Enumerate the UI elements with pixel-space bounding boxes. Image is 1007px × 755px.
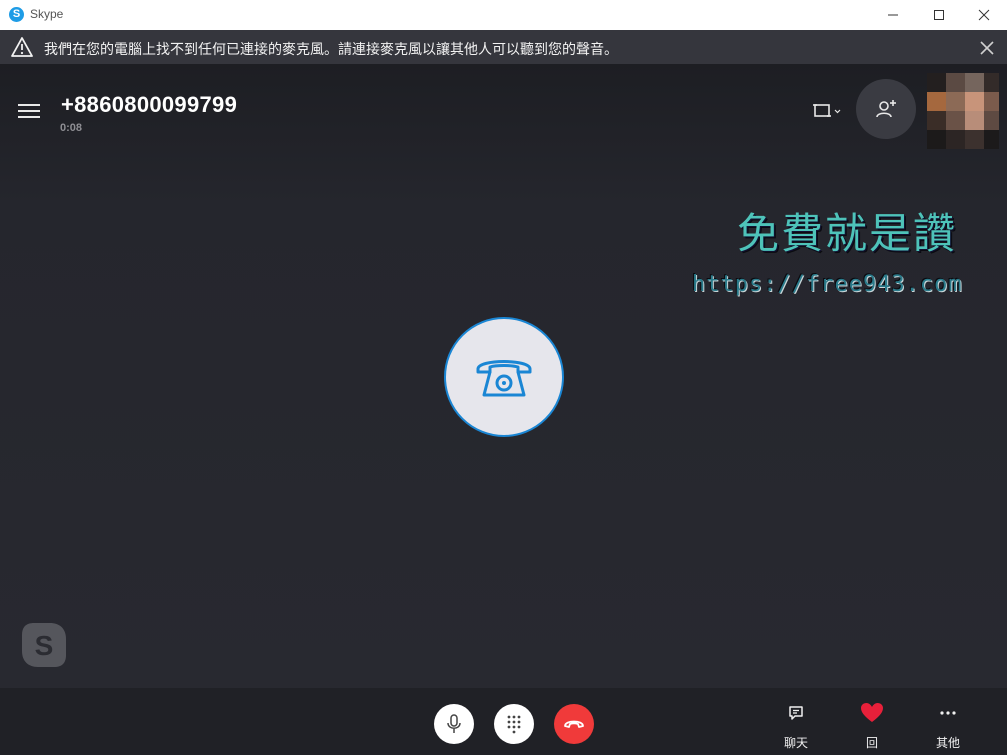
- called-phone-number: +8860800099799: [61, 92, 238, 117]
- hamburger-menu-button[interactable]: [16, 100, 42, 122]
- switch-screen-button[interactable]: [806, 97, 846, 125]
- hamburger-icon-line: [18, 116, 40, 118]
- watermark-title: 免費就是讚: [737, 209, 958, 258]
- call-controls-bar: 聊天 回 其他: [0, 688, 1007, 755]
- call-duration: 0:08: [60, 122, 83, 134]
- add-participant-button[interactable]: [856, 79, 916, 139]
- more-dots-icon: [940, 711, 956, 715]
- skype-logo-icon: S: [9, 7, 24, 22]
- skype-brand-icon: S: [22, 623, 66, 667]
- close-window-button[interactable]: [961, 0, 1007, 30]
- window-titlebar: S Skype: [0, 0, 1007, 30]
- call-stage: +8860800099799 0:08 免費就是讚 https://free94…: [0, 64, 1007, 688]
- dialpad-button[interactable]: [494, 704, 534, 744]
- window-title: Skype: [30, 7, 64, 21]
- end-call-button[interactable]: [554, 704, 594, 744]
- hamburger-icon-line: [18, 110, 40, 112]
- add-person-icon: [876, 100, 896, 118]
- callee-avatar: [444, 317, 564, 437]
- warning-message: 我們在您的電腦上找不到任何已連接的麥克風。請連接麥克風以讓其他人可以聽到您的聲音…: [44, 42, 618, 58]
- heart-icon: [861, 703, 883, 722]
- mute-microphone-button[interactable]: [434, 704, 474, 744]
- react-button[interactable]: 回: [847, 702, 897, 751]
- maximize-button[interactable]: [916, 0, 962, 30]
- warning-icon: [11, 37, 33, 57]
- minimize-icon: [888, 14, 898, 16]
- chat-button[interactable]: 聊天: [771, 702, 821, 751]
- close-icon: [978, 9, 990, 21]
- self-video-avatar[interactable]: [927, 73, 999, 149]
- more-label: 其他: [935, 736, 960, 750]
- microphone-warning-bar: 我們在您的電腦上找不到任何已連接的麥克風。請連接麥克風以讓其他人可以聽到您的聲音…: [0, 30, 1007, 64]
- dialpad-icon: [507, 715, 521, 734]
- hang-up-icon: [564, 720, 584, 728]
- screen-layout-icon: [813, 104, 841, 117]
- react-label: 回: [865, 736, 878, 750]
- chat-label: 聊天: [783, 736, 808, 750]
- microphone-icon: [447, 714, 461, 733]
- maximize-icon: [934, 10, 944, 20]
- dismiss-warning-close-icon[interactable]: [976, 37, 998, 59]
- minimize-button[interactable]: [870, 0, 916, 30]
- more-options-button[interactable]: 其他: [923, 702, 973, 751]
- hamburger-icon-line: [18, 104, 40, 106]
- watermark-url: https://free943.com: [692, 272, 963, 297]
- chat-icon: [789, 706, 803, 720]
- skype-brand-letter: S: [35, 630, 54, 661]
- telephone-icon: [476, 360, 532, 397]
